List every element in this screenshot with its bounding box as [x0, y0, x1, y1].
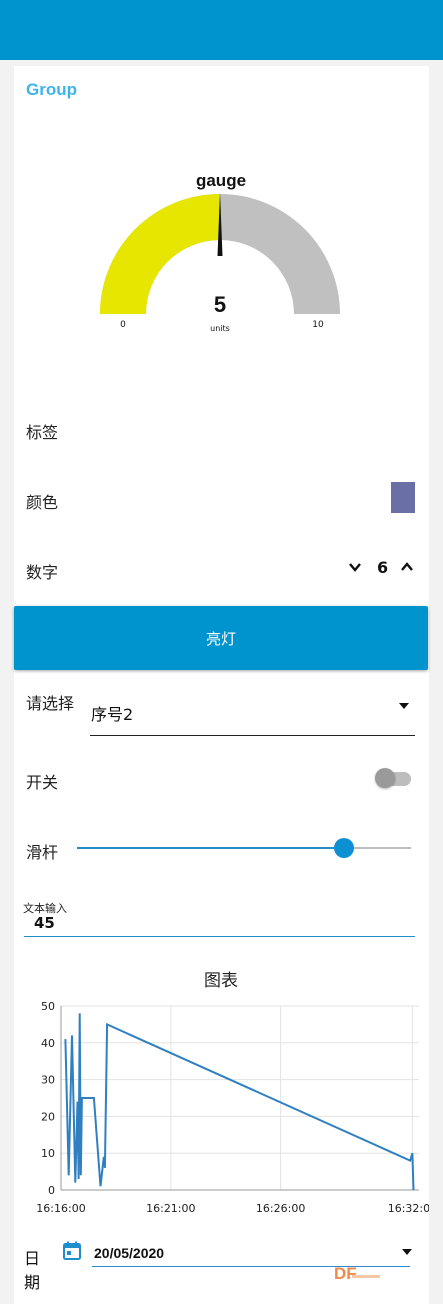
- dropdown-arrow-icon: [399, 703, 409, 709]
- switch-toggle[interactable]: [375, 768, 395, 788]
- text-input-underline: [24, 936, 415, 937]
- slider-fill: [77, 847, 345, 849]
- gauge-widget: gauge 5 units 0 10: [100, 171, 340, 333]
- calendar-icon[interactable]: [62, 1241, 82, 1261]
- date-value[interactable]: 20/05/2020: [94, 1245, 164, 1261]
- select-row-label: 请选择: [26, 694, 75, 713]
- line-chart: 图表 0 10 20 30 40 50 16:16:00 16:21:00 16:26:00 16…: [36, 971, 429, 1215]
- gauge-title: gauge: [196, 171, 246, 190]
- slider-row-label: 滑杆: [26, 843, 59, 862]
- color-swatch[interactable]: [391, 482, 415, 513]
- chart-y-tick-label: 10: [41, 1147, 55, 1160]
- color-row-label: 颜色: [26, 493, 59, 512]
- date-underline: [92, 1266, 410, 1267]
- light-on-button[interactable]: 亮灯: [14, 606, 428, 670]
- chart-x-tick-label: 16:26:00: [256, 1202, 305, 1215]
- date-row-label: 日期: [24, 1249, 41, 1292]
- watermark-underline: [352, 1275, 380, 1278]
- number-row-label: 数字: [26, 563, 59, 582]
- chart-y-tick-label: 40: [41, 1037, 55, 1050]
- chart-title: 图表: [204, 971, 238, 991]
- chart-y-tick-label: 30: [41, 1074, 55, 1087]
- number-value[interactable]: 6: [377, 558, 388, 577]
- chart-series-line: [64, 1013, 415, 1191]
- gauge-fill: [100, 194, 220, 314]
- chart-x-tick-label: 16:16:00: [36, 1202, 85, 1215]
- gauge-min: 0: [120, 320, 126, 330]
- label-row-text: 标签: [26, 423, 59, 442]
- date-dropdown-arrow-icon[interactable]: [402, 1249, 412, 1255]
- gauge-max: 10: [312, 320, 324, 330]
- gauge-units: units: [210, 324, 230, 333]
- gauge-value: 5: [214, 292, 226, 317]
- chart-y-tick-label: 50: [41, 1000, 55, 1013]
- chart-x-tick-label: 16:21:00: [146, 1202, 195, 1215]
- select-value: 序号2: [91, 705, 134, 724]
- switch-row-label: 开关: [26, 773, 59, 792]
- chart-x-tick-label: 16:32:00: [388, 1202, 429, 1215]
- select-dropdown[interactable]: 序号2: [90, 695, 415, 736]
- chart-y-tick-label: 0: [48, 1184, 55, 1197]
- chevron-up-icon[interactable]: [400, 560, 414, 574]
- chart-y-tick-label: 20: [41, 1110, 55, 1123]
- chevron-down-icon[interactable]: [348, 560, 362, 574]
- text-input-field[interactable]: 45: [34, 914, 55, 932]
- watermark-logo: DF: [334, 1264, 357, 1283]
